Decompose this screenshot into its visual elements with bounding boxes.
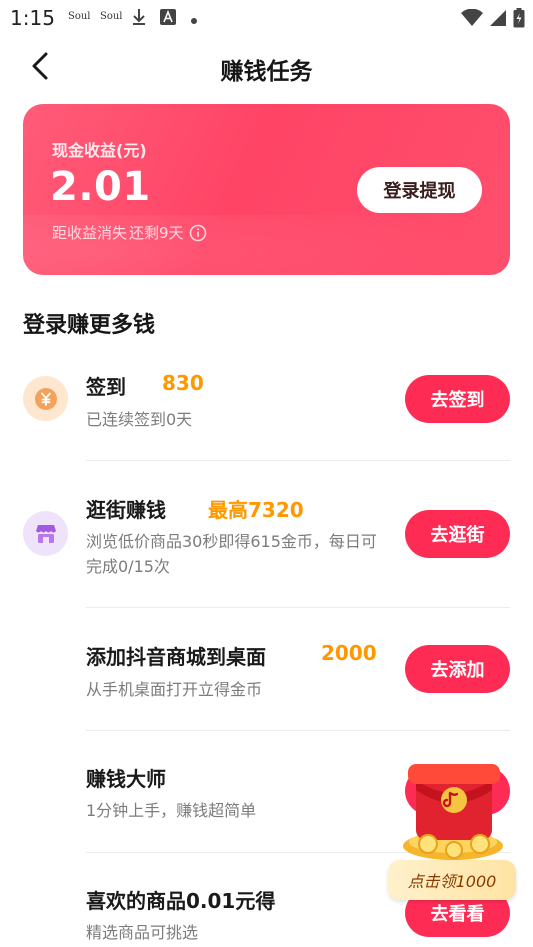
expire-prefix: 距收益消失	[52, 224, 128, 242]
add-desktop-button[interactable]: 去添加	[405, 645, 510, 693]
earnings-label: 现金收益(元)	[52, 141, 147, 160]
task-name: 逛街赚钱	[86, 498, 166, 522]
withdraw-button[interactable]: 登录提现	[357, 167, 482, 213]
earnings-amount: 2.01	[50, 164, 151, 210]
earnings-card: 现金收益(元) 2.01 距收益消失 还剩9天 登录提现	[23, 104, 510, 275]
task-name: 赚钱大师	[86, 767, 166, 791]
status-app-soul-1: Soul	[68, 11, 91, 22]
task-reward: 2000	[321, 641, 377, 665]
task-desc: 精选商品可挑选	[86, 923, 199, 942]
task-name: 添加抖音商城到桌面	[86, 645, 266, 669]
earnings-expire: 距收益消失 还剩9天	[52, 222, 207, 243]
dot-icon	[190, 10, 198, 29]
page-title: 赚钱任务	[220, 59, 313, 85]
task-reward: 最高7320	[208, 498, 304, 522]
floating-promo[interactable]: 点击领1000	[384, 756, 519, 906]
task-desc: 已连续签到0天	[86, 410, 193, 429]
red-envelope-icon	[394, 756, 512, 868]
checkin-button[interactable]: 去签到	[405, 375, 510, 423]
status-app-soul-2: Soul	[100, 11, 123, 22]
status-notification-icons	[132, 8, 198, 30]
font-icon	[160, 9, 176, 29]
signal-icon	[489, 9, 507, 31]
battery-icon	[513, 8, 525, 32]
status-time: 1:15	[10, 6, 55, 30]
task-reward: 830	[162, 371, 204, 395]
status-bar: 1:15 Soul Soul	[0, 0, 533, 36]
promo-label: 点击领1000	[388, 860, 516, 900]
browse-button[interactable]: 去逛街	[405, 510, 510, 558]
divider	[86, 607, 510, 608]
task-name: 喜欢的商品0.01元得	[86, 889, 276, 913]
expire-remaining: 还剩9天	[129, 224, 184, 242]
shop-icon	[23, 511, 68, 556]
task-desc: 1分钟上手，赚钱超简单	[86, 801, 257, 820]
status-system-icons	[461, 8, 525, 32]
task-desc: 从手机桌面打开立得金币	[86, 680, 263, 699]
wifi-icon	[461, 8, 483, 31]
download-icon	[132, 8, 146, 30]
section-title: 登录赚更多钱	[23, 313, 156, 338]
info-icon[interactable]	[189, 224, 207, 242]
task-name: 签到	[86, 375, 126, 399]
task-desc: 浏览低价商品30秒即得615金币，每日可完成0/15次	[86, 532, 377, 576]
divider	[86, 730, 510, 731]
nav-bar: 赚钱任务	[0, 40, 533, 96]
divider	[86, 460, 510, 461]
coin-icon	[23, 376, 68, 421]
